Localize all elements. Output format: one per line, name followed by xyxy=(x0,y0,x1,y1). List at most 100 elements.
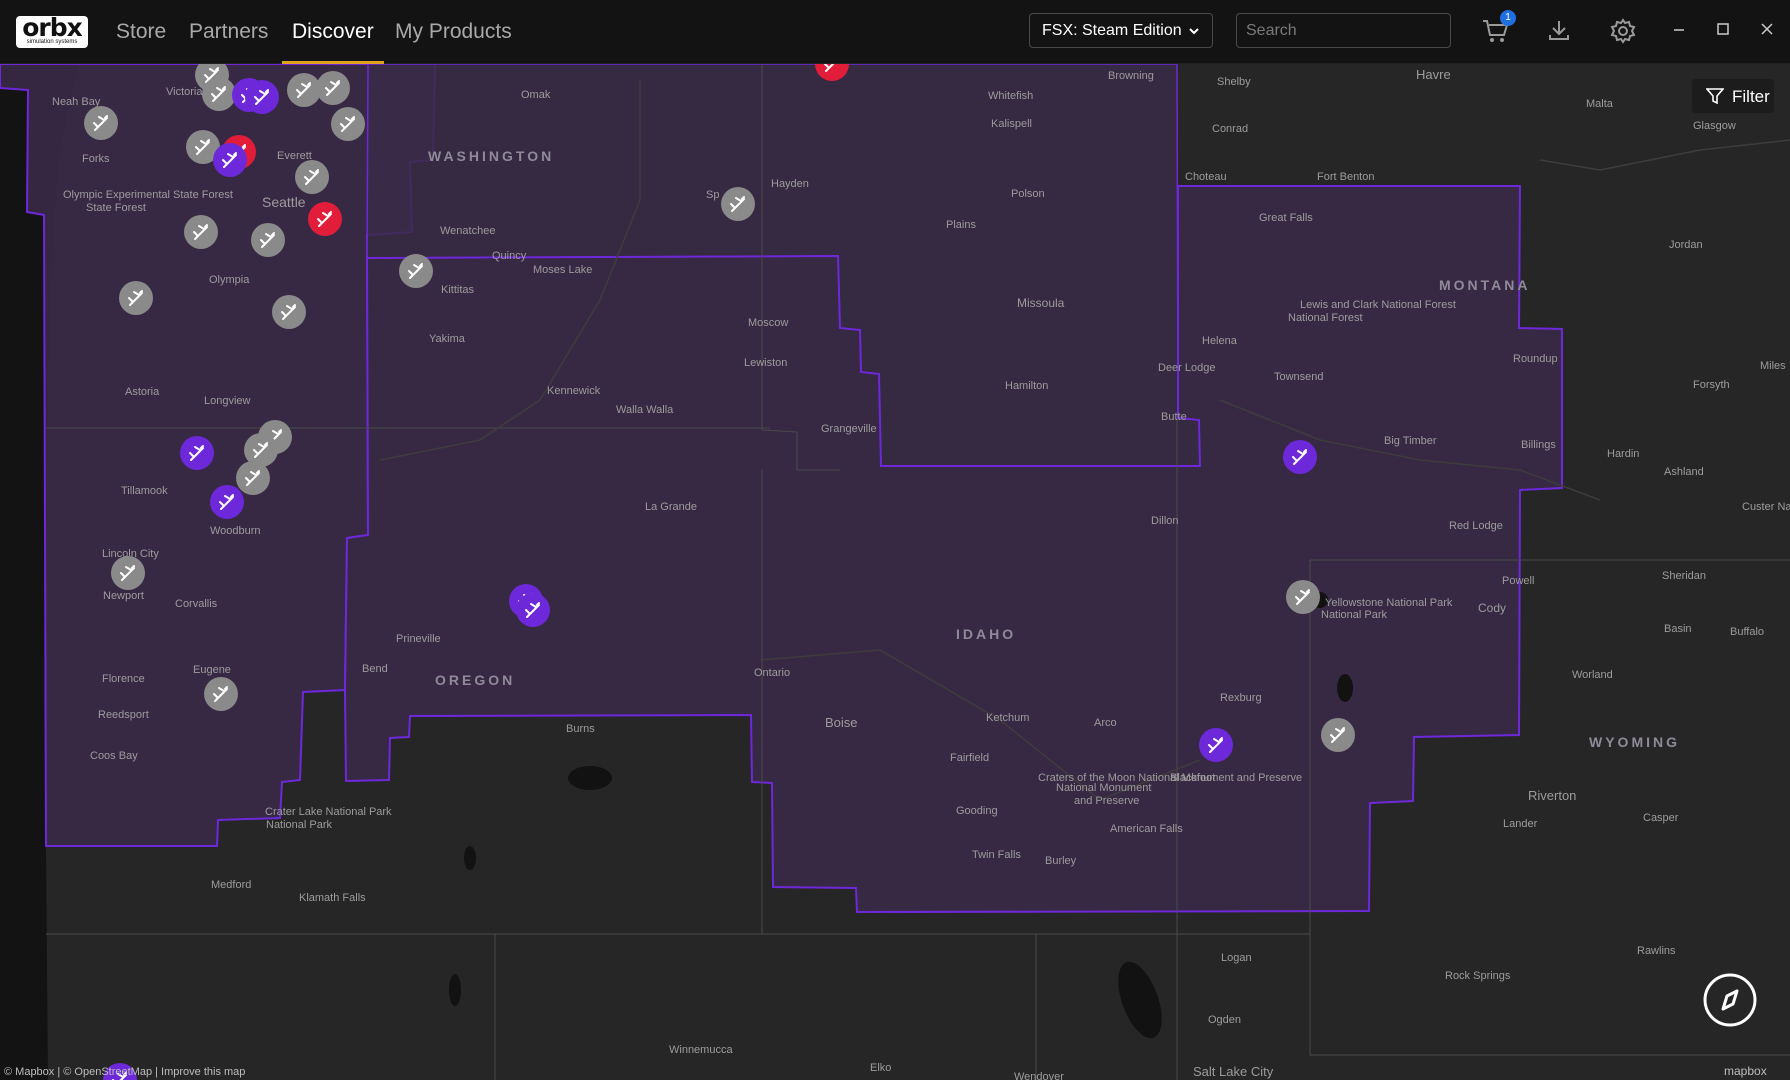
place-label: Burns xyxy=(566,723,595,735)
place-label: Arco xyxy=(1094,717,1117,729)
airport-marker[interactable] xyxy=(184,215,218,249)
place-label: Rock Springs xyxy=(1445,970,1511,982)
state-label-montana: MONTANA xyxy=(1439,277,1531,293)
nav-my-products[interactable]: My Products xyxy=(395,20,512,44)
svg-text:State Forest: State Forest xyxy=(86,202,146,214)
nav-discover[interactable]: Discover xyxy=(292,20,374,44)
airport-marker[interactable] xyxy=(180,436,214,470)
place-label: Kalispell xyxy=(991,118,1032,130)
place-label: Helena xyxy=(1202,335,1238,347)
airport-marker[interactable] xyxy=(272,295,306,329)
airport-marker[interactable] xyxy=(119,281,153,315)
place-label: Grangeville xyxy=(821,423,877,435)
minimize-icon[interactable] xyxy=(1672,22,1686,36)
filter-button[interactable]: Filter xyxy=(1692,79,1774,113)
place-label: Burley xyxy=(1045,855,1077,867)
place-label: Victoria xyxy=(166,86,203,98)
airport-marker[interactable] xyxy=(1283,440,1317,474)
airport-marker[interactable] xyxy=(1321,718,1355,752)
close-icon[interactable] xyxy=(1760,22,1774,36)
place-label: Reedsport xyxy=(98,709,149,721)
place-label: Red Lodge xyxy=(1449,520,1503,532)
airport-marker[interactable] xyxy=(251,223,285,257)
place-label: Hamilton xyxy=(1005,380,1048,392)
simulator-select[interactable]: FSX: Steam Edition xyxy=(1029,13,1213,48)
airport-marker[interactable] xyxy=(516,593,550,627)
place-label: Billings xyxy=(1521,439,1556,451)
place-label: Forsyth xyxy=(1693,379,1730,391)
place-label: Quincy xyxy=(492,250,527,262)
state-label-washington: WASHINGTON xyxy=(428,148,554,164)
compass-icon[interactable] xyxy=(1703,973,1757,1027)
place-label: Lewis and Clark National Forest xyxy=(1300,299,1456,311)
place-label: Custer National Fore xyxy=(1742,501,1790,513)
place-label: Boise xyxy=(825,715,858,730)
airport-marker[interactable] xyxy=(721,187,755,221)
place-label: Casper xyxy=(1643,812,1679,824)
place-label: Coos Bay xyxy=(90,750,138,762)
airport-marker[interactable] xyxy=(236,461,270,495)
nav-partners[interactable]: Partners xyxy=(189,20,268,44)
place-label: Cody xyxy=(1478,601,1506,615)
airport-marker[interactable] xyxy=(1286,580,1320,614)
place-label: Choteau xyxy=(1185,171,1227,183)
place-label: Rawlins xyxy=(1637,945,1676,957)
download-icon[interactable] xyxy=(1547,18,1571,42)
map-canvas[interactable]: WASHINGTON MONTANA OREGON IDAHO WYOMING … xyxy=(0,64,1790,1080)
place-label: Miles xyxy=(1760,360,1786,372)
airport-marker[interactable] xyxy=(210,485,244,519)
airport-marker[interactable] xyxy=(111,556,145,590)
place-label: Neah Bay xyxy=(52,96,101,108)
map-attribution[interactable]: © Mapbox | © OpenStreetMap | Improve thi… xyxy=(4,1066,245,1078)
place-label: Fort Benton xyxy=(1317,171,1374,183)
state-label-oregon: OREGON xyxy=(435,672,515,688)
place-label: Olympia xyxy=(209,274,250,286)
orbx-logo[interactable]: orbx simulation systems xyxy=(16,13,88,48)
place-label: Worland xyxy=(1572,669,1613,681)
place-label: Lewiston xyxy=(744,357,787,369)
place-label: Rexburg xyxy=(1220,692,1262,704)
airport-marker[interactable] xyxy=(287,73,321,107)
airport-marker[interactable] xyxy=(84,106,118,140)
map-view[interactable]: WASHINGTON MONTANA OREGON IDAHO WYOMING … xyxy=(0,64,1790,1080)
maximize-icon[interactable] xyxy=(1716,22,1730,36)
place-label: Newport xyxy=(103,590,144,602)
place-label: Tillamook xyxy=(121,485,168,497)
filter-icon xyxy=(1706,88,1724,105)
place-label: Twin Falls xyxy=(972,849,1021,861)
airport-marker[interactable] xyxy=(204,677,238,711)
place-label: Salt Lake City xyxy=(1193,1064,1274,1079)
airport-marker[interactable] xyxy=(295,160,329,194)
place-label: La Grande xyxy=(645,501,697,513)
place-label: Ontario xyxy=(754,667,790,679)
airport-marker[interactable] xyxy=(316,71,350,105)
place-label: Riverton xyxy=(1528,788,1576,803)
svg-text:National Park: National Park xyxy=(266,819,333,831)
place-label: Longview xyxy=(204,395,251,407)
place-label: Whitefish xyxy=(988,90,1033,102)
airport-marker[interactable] xyxy=(1199,728,1233,762)
svg-text:National Park: National Park xyxy=(1321,609,1388,621)
place-label: Bend xyxy=(362,663,388,675)
place-label: Crater Lake National Park xyxy=(265,806,392,818)
simulator-select-value: FSX: Steam Edition xyxy=(1042,22,1182,39)
airport-marker[interactable] xyxy=(213,143,247,177)
settings-icon[interactable] xyxy=(1610,18,1636,44)
nav-store[interactable]: Store xyxy=(116,20,166,44)
place-label: Polson xyxy=(1011,188,1045,200)
place-label: Woodburn xyxy=(210,525,261,537)
place-label: Astoria xyxy=(125,386,160,398)
airport-marker[interactable] xyxy=(308,202,342,236)
place-label: Fairfield xyxy=(950,752,989,764)
place-label: Olympic Experimental State Forest xyxy=(63,189,233,201)
airport-marker[interactable] xyxy=(245,80,279,114)
logo-wordmark: orbx xyxy=(22,13,83,42)
place-label: Yakima xyxy=(429,333,466,345)
place-label: Walla Walla xyxy=(616,404,674,416)
place-label: Medford xyxy=(211,879,251,891)
airport-marker[interactable] xyxy=(399,254,433,288)
place-label: Powell xyxy=(1502,575,1534,587)
airport-marker[interactable] xyxy=(331,107,365,141)
search-input[interactable] xyxy=(1236,13,1451,48)
airport-marker[interactable] xyxy=(202,77,236,111)
